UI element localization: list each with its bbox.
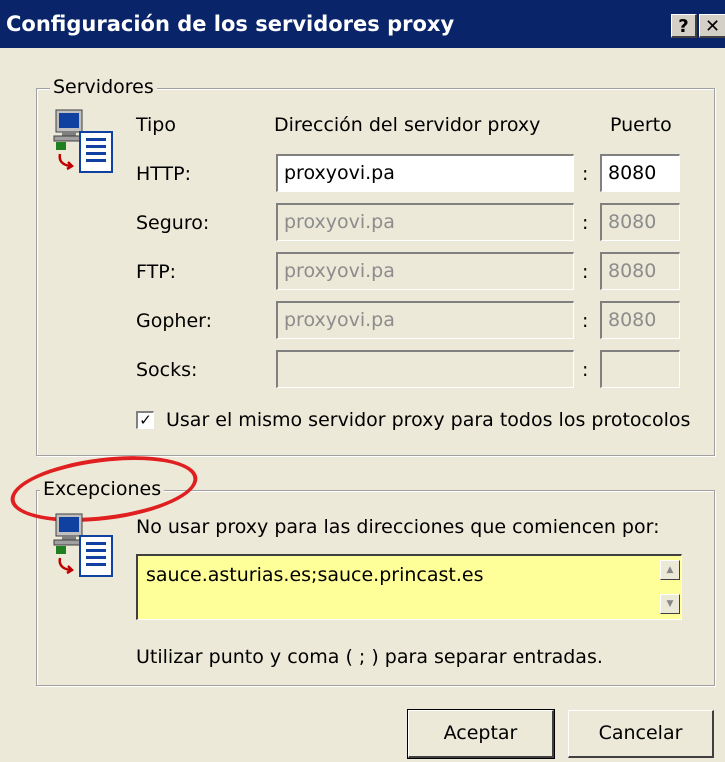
gopher-label: Gopher: — [136, 310, 213, 332]
type-header: Tipo — [136, 114, 176, 136]
ftp-separator: : — [582, 261, 589, 283]
http-port-input[interactable]: 8080 — [600, 154, 680, 192]
secure-address-input[interactable]: proxyovi.pa — [276, 203, 574, 241]
socks-label: Socks: — [136, 359, 198, 381]
secure-port-input[interactable]: 8080 — [600, 203, 680, 241]
same-proxy-checkbox[interactable]: ✓ — [136, 411, 154, 429]
exceptions-group-label: Excepciones — [40, 478, 165, 500]
ftp-port-input[interactable]: 8080 — [600, 252, 680, 290]
exceptions-textarea[interactable]: sauce.asturias.es;sauce.princast.es — [136, 554, 682, 620]
network-document-icon — [53, 109, 113, 173]
http-separator: : — [582, 163, 589, 185]
same-proxy-label[interactable]: Usar el mismo servidor proxy para todos … — [166, 409, 690, 431]
port-header: Puerto — [610, 114, 672, 136]
exceptions-instruction: No usar proxy para las direcciones que c… — [136, 516, 660, 538]
gopher-port-input[interactable]: 8080 — [600, 301, 680, 339]
secure-label: Seguro: — [136, 212, 210, 234]
ftp-address-input[interactable]: proxyovi.pa — [276, 252, 574, 290]
gopher-address-input[interactable]: proxyovi.pa — [276, 301, 574, 339]
secure-separator: : — [582, 212, 589, 234]
cancel-button[interactable]: Cancelar — [568, 710, 714, 758]
socks-separator: : — [582, 359, 589, 381]
scroll-down-button[interactable]: ▼ — [660, 594, 680, 614]
title-bar: Configuración de los servidores proxy ? … — [0, 0, 725, 48]
address-header: Dirección del servidor proxy — [274, 114, 541, 136]
http-label: HTTP: — [136, 163, 192, 185]
http-address-input[interactable]: proxyovi.pa — [276, 154, 574, 192]
scroll-up-button[interactable]: ▲ — [660, 560, 680, 580]
socks-address-input[interactable] — [276, 350, 574, 388]
exceptions-hint: Utilizar punto y coma ( ; ) para separar… — [136, 646, 603, 668]
ok-button[interactable]: Aceptar — [407, 709, 555, 759]
network-document-icon — [53, 513, 113, 577]
ftp-label: FTP: — [136, 261, 177, 283]
gopher-separator: : — [582, 310, 589, 332]
window-title: Configuración de los servidores proxy — [6, 12, 455, 36]
help-button[interactable]: ? — [671, 14, 697, 38]
servers-group-label: Servidores — [50, 76, 157, 98]
close-button[interactable]: ✕ — [699, 14, 725, 38]
socks-port-input[interactable] — [600, 350, 680, 388]
